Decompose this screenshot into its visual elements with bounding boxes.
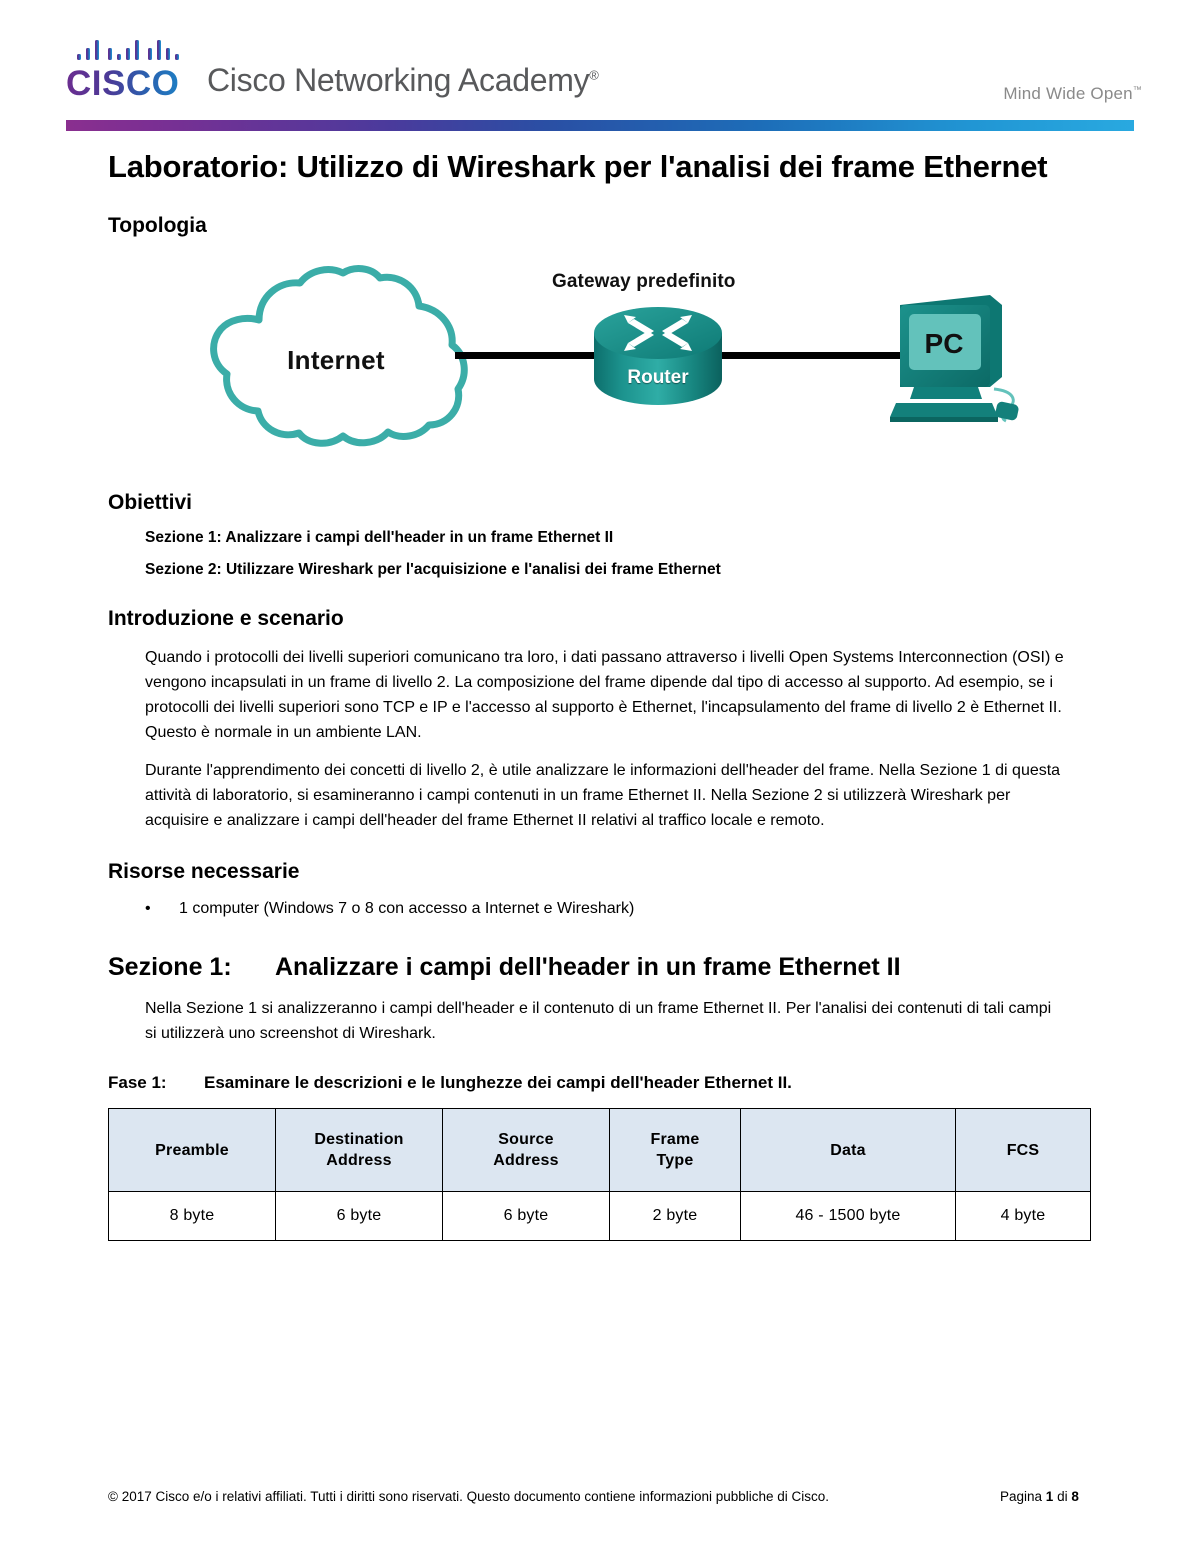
header-line: Preamble xyxy=(155,1141,229,1159)
router-cylinder-icon xyxy=(594,307,722,405)
introduction-paragraph-1: Quando i protocolli dei livelli superior… xyxy=(145,649,1064,741)
table-header-destination-address: Destination Address xyxy=(275,1108,443,1192)
table-cell-source-length: 6 byte xyxy=(442,1191,610,1241)
section-heading-1: Sezione 1: Analizzare i campi dell'heade… xyxy=(108,951,1200,983)
document-page: CISCO Cisco Networking Academy® Mind Wid… xyxy=(0,0,1200,1553)
heading-risorse: Risorse necessarie xyxy=(108,860,300,883)
footer-copyright: © 2017 Cisco e/o i relativi affiliati. T… xyxy=(108,1489,830,1504)
table-cell-destination-length: 6 byte xyxy=(275,1191,443,1241)
header-line: FCS xyxy=(1006,1141,1040,1159)
header-line: Destination xyxy=(314,1131,404,1148)
link-router-pc xyxy=(700,352,900,359)
cisco-wordmark: CISCO xyxy=(66,64,188,104)
table-cell-fcs-length: 4 byte xyxy=(955,1191,1091,1241)
header-line: Type xyxy=(656,1152,694,1169)
footer-page-middle: di xyxy=(1053,1489,1072,1504)
objective-item-2: Sezione 2: Utilizzare Wireshark per l'ac… xyxy=(145,561,721,578)
header-line: Frame xyxy=(650,1131,700,1148)
header-gradient-rule xyxy=(66,120,1134,131)
document-header: CISCO Cisco Networking Academy® Mind Wid… xyxy=(0,0,1200,135)
internet-cloud: Internet xyxy=(186,265,486,455)
footer-page-number: Pagina 1 di 8 xyxy=(1000,1487,1079,1507)
table-header-row: Preamble Destination Address Source Addr… xyxy=(108,1108,1091,1192)
ethernet-frame-table: Preamble Destination Address Source Addr… xyxy=(108,1108,1091,1241)
table-row: 8 byte 6 byte 6 byte 2 byte 46 - 1500 by… xyxy=(108,1191,1091,1241)
header-line: Data xyxy=(830,1141,866,1159)
document-footer: © 2017 Cisco e/o i relativi affiliati. T… xyxy=(0,1487,1200,1509)
table-cell-preamble-length: 8 byte xyxy=(108,1191,276,1241)
computer-icon xyxy=(890,295,1019,423)
resource-item-label: 1 computer (Windows 7 o 8 con accesso a … xyxy=(179,900,635,917)
academy-brand-label: Cisco Networking Academy xyxy=(207,62,590,98)
heading-obiettivi: Obiettivi xyxy=(108,491,193,514)
section-1-label: Sezione 1: xyxy=(108,953,232,981)
table-cell-frametype-length: 2 byte xyxy=(609,1191,741,1241)
cloud-label: Internet xyxy=(287,344,385,375)
header-line: Source xyxy=(498,1131,554,1148)
bullet-icon: • xyxy=(145,900,151,917)
tagline-label: Mind Wide Open xyxy=(1003,84,1133,103)
pc-icon: PC xyxy=(878,291,1028,431)
ethernet-frame-table-wrapper: Preamble Destination Address Source Addr… xyxy=(108,1108,1091,1241)
tagline-text: Mind Wide Open™ xyxy=(1003,84,1142,104)
section-1-paragraph: Nella Sezione 1 si analizzeranno i campi… xyxy=(145,1000,1052,1042)
academy-brand-text: Cisco Networking Academy® xyxy=(207,62,599,99)
topology-diagram: Internet Gateway predefinito Router PC xyxy=(0,253,1200,468)
step-1-title: Esaminare le descrizioni e le lunghezze … xyxy=(204,1073,792,1092)
introduction-paragraph-2: Durante l'apprendimento dei concetti di … xyxy=(145,762,1061,829)
footer-page-prefix: Pagina xyxy=(1000,1489,1046,1504)
router-icon: Router xyxy=(588,305,728,415)
cisco-logo: CISCO xyxy=(66,38,188,106)
heading-topologia: Topologia xyxy=(108,214,207,237)
table-cell-data-length: 46 - 1500 byte xyxy=(740,1191,956,1241)
step-1-label: Fase 1: xyxy=(108,1073,167,1092)
gateway-label: Gateway predefinito xyxy=(552,271,736,292)
table-header-fcs: FCS xyxy=(955,1108,1091,1192)
table-header-preamble: Preamble xyxy=(108,1108,276,1192)
section-1-title: Analizzare i campi dell'header in un fra… xyxy=(275,953,901,981)
cisco-bridge-icon xyxy=(77,40,179,60)
registered-trademark-icon: ® xyxy=(589,67,599,83)
table-header-source-address: Source Address xyxy=(442,1108,610,1192)
objective-item-1: Sezione 1: Analizzare i campi dell'heade… xyxy=(145,529,614,546)
heading-introduzione: Introduzione e scenario xyxy=(108,607,344,630)
table-header-data: Data xyxy=(740,1108,956,1192)
footer-total-pages: 8 xyxy=(1071,1489,1079,1504)
page-title: Laboratorio: Utilizzo di Wireshark per l… xyxy=(108,149,1048,184)
resource-list-item: • 1 computer (Windows 7 o 8 con accesso … xyxy=(145,897,1200,921)
trademark-icon: ™ xyxy=(1132,84,1142,95)
step-heading-1: Fase 1: Esaminare le descrizioni e le lu… xyxy=(108,1072,1200,1094)
document-content: Laboratorio: Utilizzo di Wireshark per l… xyxy=(0,135,1200,1241)
header-line: Address xyxy=(326,1152,392,1169)
table-header-frame-type: Frame Type xyxy=(609,1108,741,1192)
header-line: Address xyxy=(493,1152,559,1169)
